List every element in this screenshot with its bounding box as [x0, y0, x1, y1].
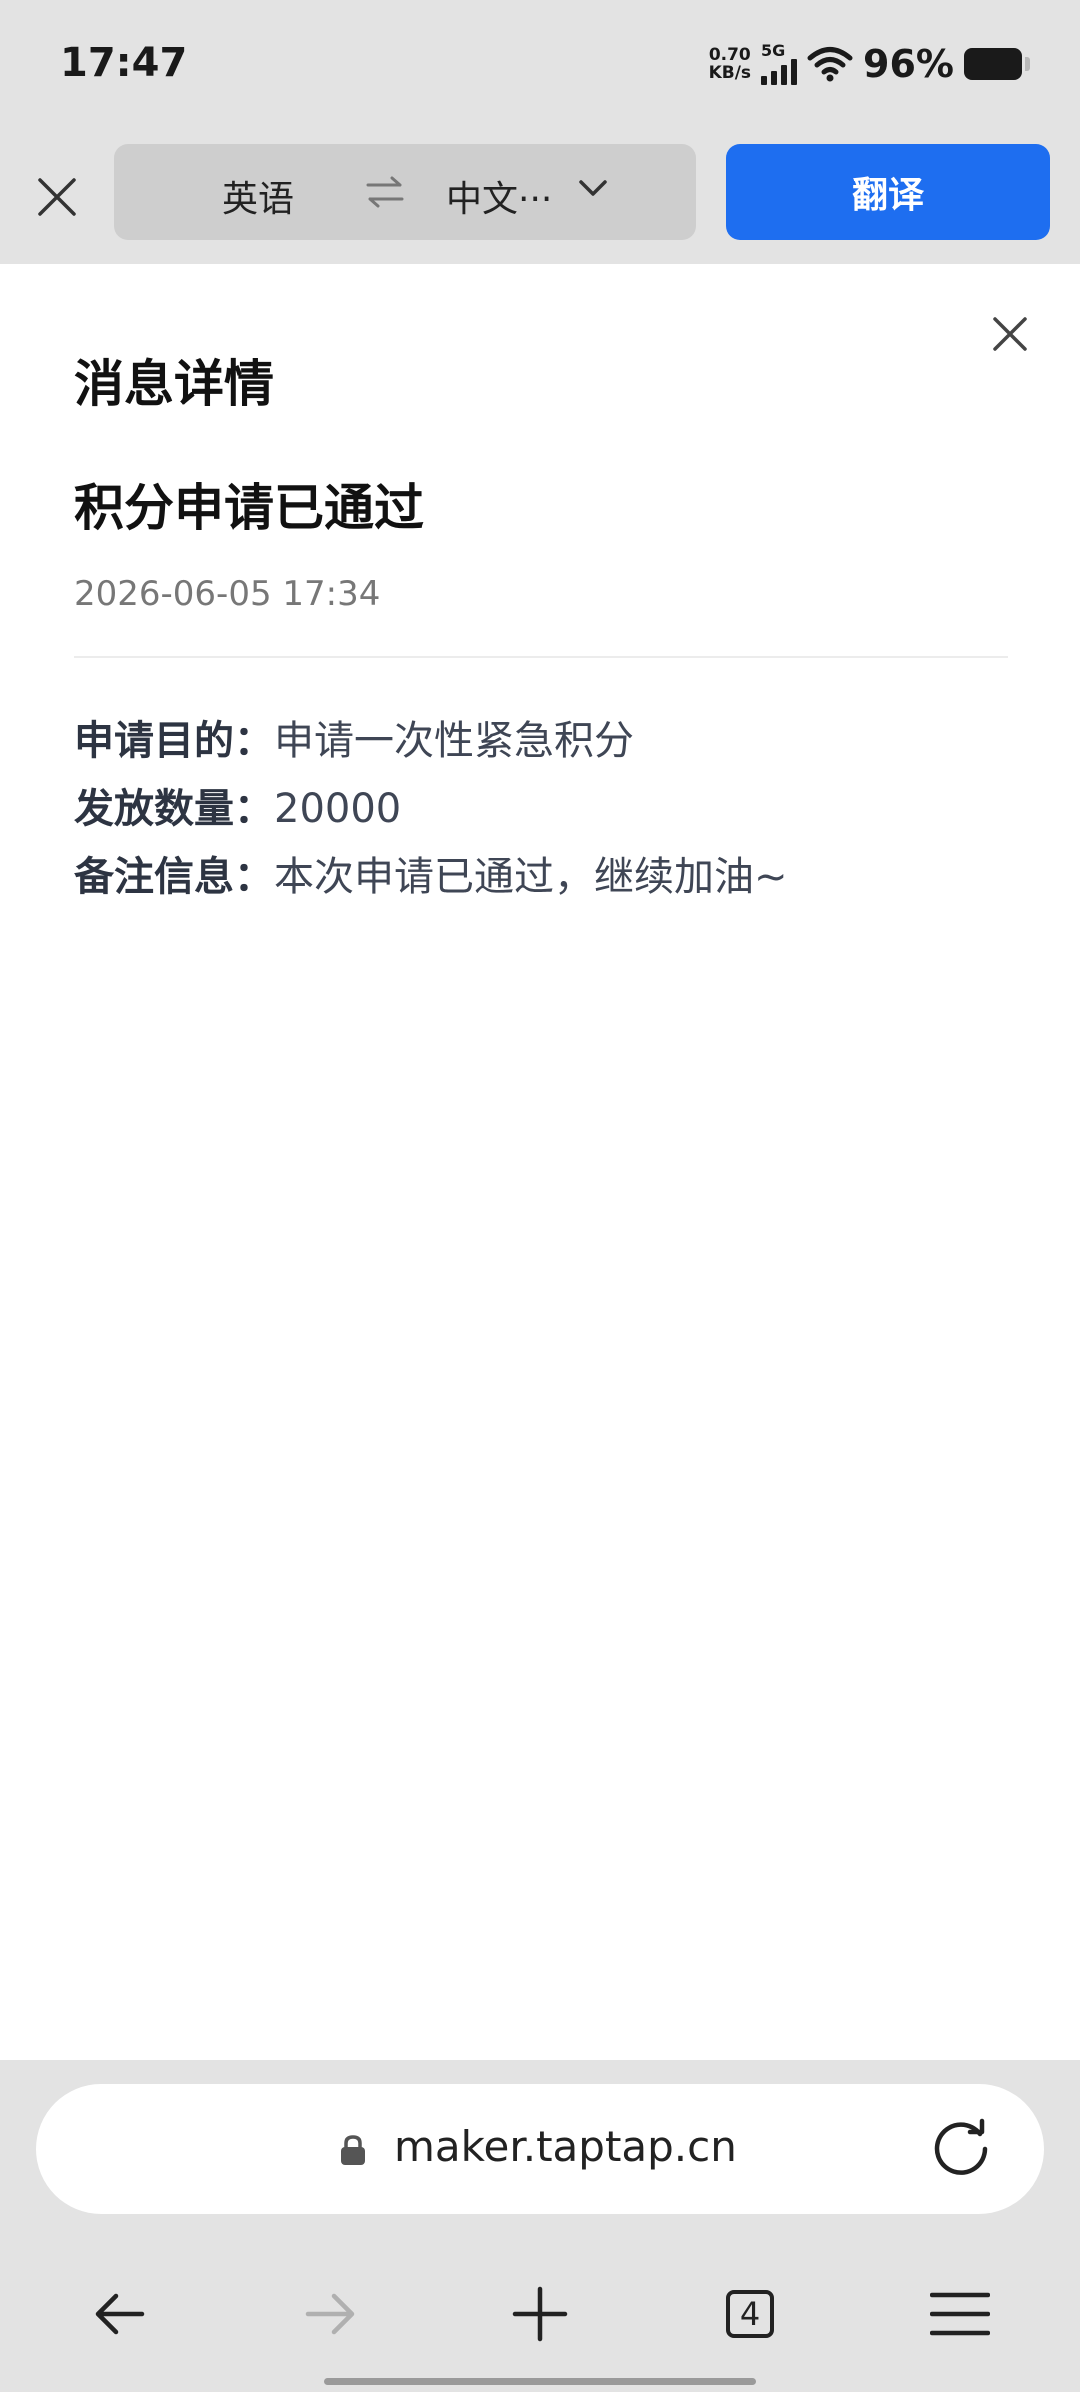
chevron-down-icon	[579, 180, 607, 196]
detail-label: 备注信息	[74, 854, 234, 900]
translate-bar: 英语 中文··· 翻译	[0, 130, 1080, 264]
back-button[interactable]	[80, 2274, 160, 2354]
divider	[74, 656, 1008, 658]
translate-button[interactable]: 翻译	[726, 144, 1050, 240]
detail-value: 申请一次性紧急积分	[274, 718, 634, 764]
network-speed-unit: KB/s	[708, 63, 752, 83]
target-language[interactable]: 中文···	[446, 170, 552, 222]
close-panel-button[interactable]	[990, 314, 1030, 354]
language-selector[interactable]: 英语 中文···	[114, 144, 696, 240]
tabs-button[interactable]: 4	[710, 2274, 790, 2354]
message-title: 积分申请已通过	[74, 479, 424, 537]
close-translate-button[interactable]	[30, 170, 84, 224]
menu-icon	[930, 2292, 990, 2336]
menu-button[interactable]	[920, 2274, 1000, 2354]
address-bar[interactable]: maker.taptap.cn	[36, 2084, 1044, 2214]
status-bar: 17:47 0.70 KB/s 5G 96%	[0, 0, 1080, 130]
wifi-icon	[807, 47, 853, 82]
detail-row-quantity: 发放数量：20000	[74, 786, 402, 832]
network-speed: 0.70 KB/s	[709, 46, 751, 82]
detail-row-purpose: 申请目的：申请一次性紧急积分	[74, 718, 634, 764]
detail-label: 发放数量	[74, 786, 234, 832]
detail-label: 申请目的	[74, 718, 234, 764]
detail-value: 20000	[274, 786, 402, 832]
close-icon	[38, 178, 76, 216]
network-speed-value: 0.70	[708, 45, 751, 65]
battery-icon	[964, 48, 1030, 80]
plus-icon	[512, 2286, 568, 2342]
source-language[interactable]: 英语	[222, 170, 294, 222]
swap-languages-icon[interactable]	[364, 174, 406, 210]
forward-button[interactable]	[290, 2274, 370, 2354]
message-timestamp: 2026-06-05 17:34	[74, 574, 381, 614]
bottom-navigation: 4	[0, 2250, 1080, 2380]
reload-icon[interactable]	[930, 2118, 992, 2180]
detail-row-remark: 备注信息：本次申请已通过，继续加油~	[74, 854, 788, 900]
network-type: 5G	[761, 41, 786, 60]
close-icon	[993, 317, 1027, 351]
status-icons: 0.70 KB/s 5G 96%	[709, 38, 1030, 90]
status-time: 17:47	[60, 40, 188, 86]
arrow-right-icon	[305, 2293, 355, 2335]
detail-value: 本次申请已通过，继续加油~	[274, 854, 788, 900]
battery-percent: 96%	[863, 42, 954, 86]
message-detail-panel: 消息详情 积分申请已通过 2026-06-05 17:34 申请目的：申请一次性…	[0, 264, 1080, 2060]
home-indicator	[324, 2378, 756, 2385]
lock-icon	[341, 2135, 365, 2165]
page-title: 消息详情	[74, 355, 274, 413]
tab-count: 4	[726, 2290, 774, 2338]
arrow-left-icon	[95, 2293, 145, 2335]
url-text[interactable]: maker.taptap.cn	[394, 2122, 737, 2171]
new-tab-button[interactable]	[500, 2274, 580, 2354]
cellular-signal-icon: 5G	[761, 41, 798, 85]
